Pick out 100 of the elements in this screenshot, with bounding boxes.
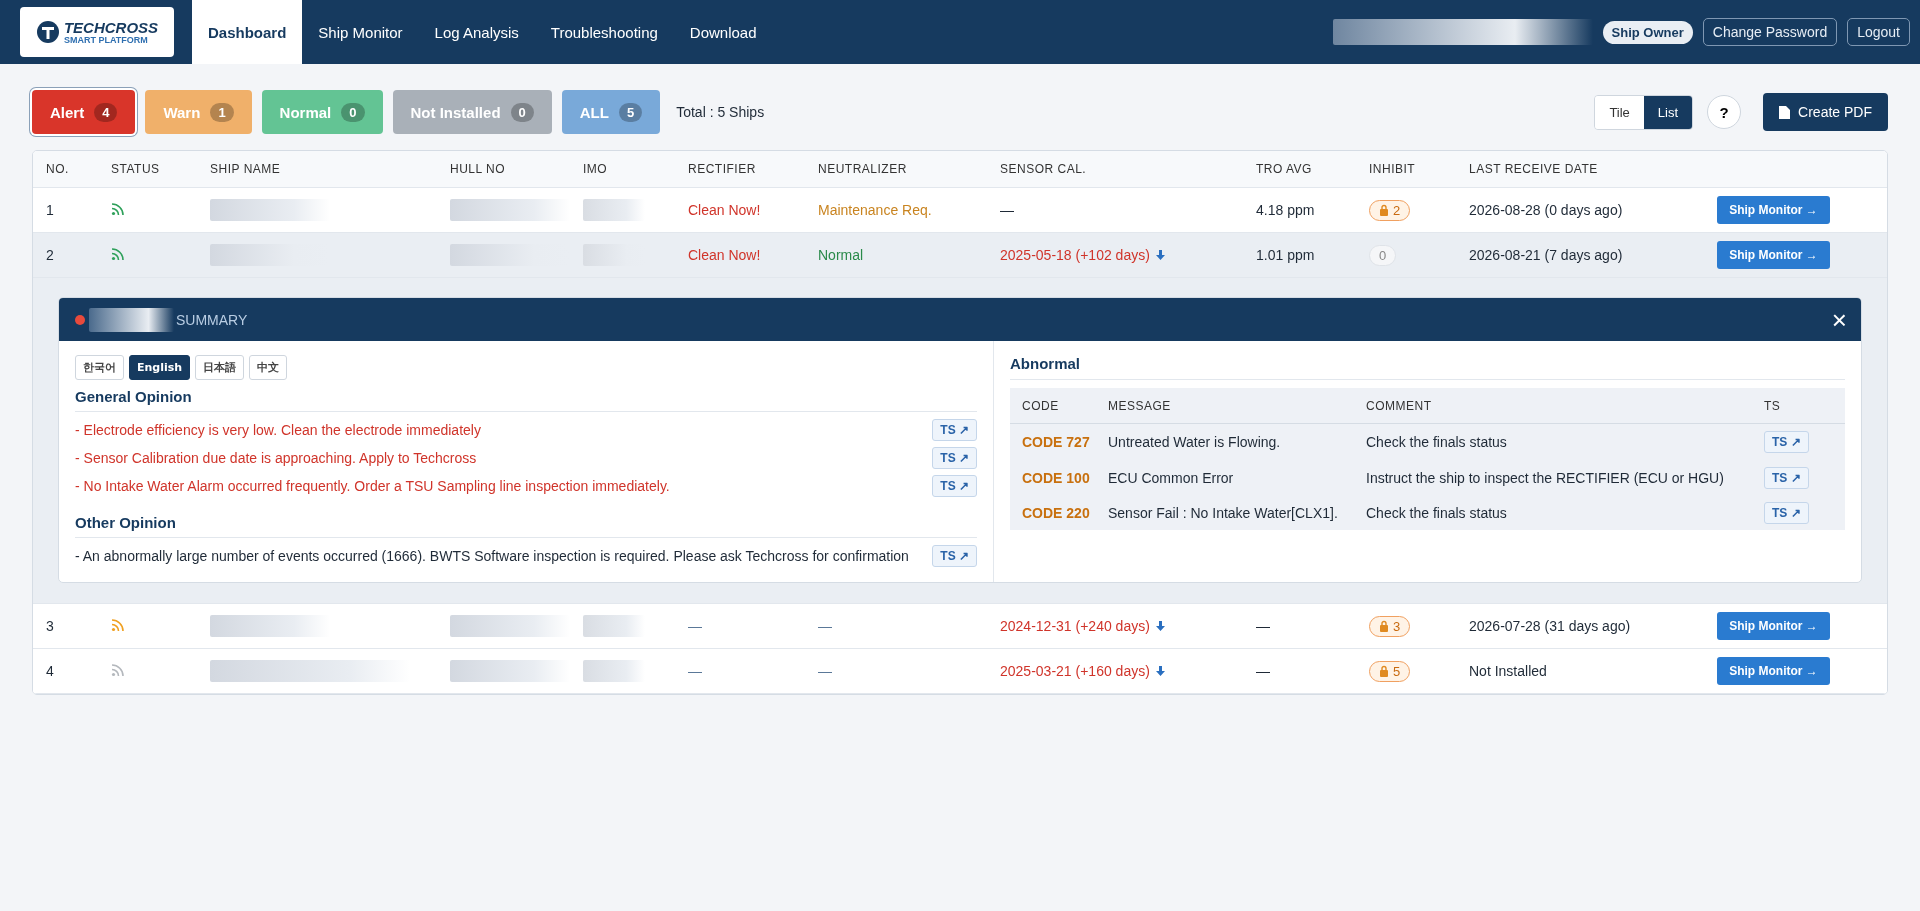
ts-link-button[interactable]: TS ↗ [932,545,977,567]
view-toggle[interactable]: Tile [1595,95,1644,129]
ts-link-button[interactable]: TS ↗ [932,475,977,497]
logo-icon [35,20,60,44]
column-header: HULL NO [450,162,507,176]
last-receive-date: 2026-07-28 (31 days ago) [1469,618,1632,634]
error-message: Sensor Fail : No Intake Water[CLX1]. [1108,504,1339,521]
nav-tab[interactable]: Download [673,0,773,64]
opinion-text: - Sensor Calibration due date is approaching. Apply to Techcross [75,450,477,466]
tro-average: 1.01 ppm [1256,247,1316,263]
logo-name: TECHCROSS [63,19,159,35]
role-badge: Ship Owner [1602,20,1693,44]
column-header: NEUTRALIZER [818,162,908,176]
document-icon [1779,105,1791,119]
column-header: RECTIFIER [688,162,757,176]
tro-average: — [1256,618,1271,634]
total-count: Total : 5 Ships [676,104,765,120]
opinion-text: - Electrode efficiency is very low. Clean the electrode immediately [75,422,481,438]
blurred-imo [583,660,645,682]
inhibit-badge: 2 [1369,199,1411,221]
tro-average: — [1256,663,1271,679]
ship-monitor-button[interactable]: Ship Monitor → [1717,657,1830,685]
ts-link-button[interactable]: TS ↗ [1764,501,1809,524]
ship-monitor-button[interactable]: Ship Monitor → [1717,612,1830,640]
neutralizer-status: — [818,618,833,634]
ship-monitor-button[interactable]: Ship Monitor → [1717,196,1830,224]
nav-tab[interactable]: Log Analysis [418,0,535,64]
language-tab[interactable]: 日本語 [195,355,245,380]
filter-button[interactable]: Normal 0 [261,90,383,134]
summary-title: SUMMARY [176,311,248,328]
language-tab[interactable]: 中文 [249,355,288,380]
header-button[interactable]: Logout [1847,18,1910,46]
neutralizer-status: Maintenance Req. [818,202,933,218]
nav-tab[interactable]: Ship Monitor [302,0,419,64]
close-button[interactable]: × [1831,309,1847,330]
opinion-text: - No Intake Water Alarm occurred frequently. Order a TSU Sampling line inspection immediately. [75,478,670,494]
inhibit-badge: 5 [1369,660,1411,682]
lock-icon [1379,620,1389,632]
sensor-cal-date: 2025-03-21 (+160 days) [1000,663,1150,679]
error-code: CODE 100 [1022,469,1091,486]
ts-link-button[interactable]: TS ↗ [1764,431,1809,453]
error-code: CODE 220 [1022,504,1091,521]
ts-link-button[interactable]: TS ↗ [1764,466,1809,489]
create-pdf-button[interactable]: Create PDF [1763,93,1888,131]
header-button[interactable]: Change Password [1702,18,1838,46]
nav-tab[interactable]: Dashboard [192,0,303,64]
last-receive-date: 2026-08-21 (7 days ago) [1469,247,1624,263]
download-icon [1155,249,1165,261]
view-toggle[interactable]: List [1643,95,1693,129]
column-header: IMO [583,162,609,176]
lock-icon [1379,204,1389,216]
row-number: 2 [46,247,55,263]
section-title: General Opinion [75,388,977,412]
logo-tagline: SMART PLATFORM [63,34,149,45]
neutralizer-status: — [818,663,833,679]
column-header: INHIBIT [1369,162,1417,176]
last-receive-date: 2026-08-28 (0 days ago) [1469,202,1624,218]
filter-button[interactable]: Not Installed 0 [392,90,552,134]
rectifier-status: — [688,618,703,634]
column-header: TRO AVG [1256,162,1313,176]
error-comment: Check the finals status [1366,504,1508,521]
section-title: Other Opinion [75,514,977,538]
row-number: 1 [46,202,55,218]
language-tab[interactable]: 한국어 [75,355,124,380]
language-tab[interactable]: English [129,355,191,380]
row-number: 3 [46,618,55,634]
rectifier-status: — [688,663,703,679]
error-comment: Instruct the ship to inspect the RECTIFIER (ECU or HGU) [1366,469,1725,486]
column-header: STATUS [111,162,161,176]
rectifier-status: Clean Now! [688,247,762,263]
ship-monitor-button[interactable]: Ship Monitor → [1717,241,1830,269]
error-message: Untreated Water is Flowing. [1108,434,1282,450]
lock-icon [1379,665,1389,677]
help-button[interactable]: ? [1707,95,1742,129]
inhibit-badge: 0 [1369,244,1397,266]
sensor-cal-date: 2024-12-31 (+240 days) [1000,618,1150,634]
filter-button[interactable]: ALL 5 [561,90,661,134]
opinion-text: - An abnormally large number of events occurred (1666). BWTS Software inspection is required. Please ask Techcross for confirmation [75,548,909,564]
last-receive-date: Not Installed [1469,663,1548,679]
abnormal-title: Abnormal [1010,355,1845,380]
error-code: CODE 727 [1022,434,1091,450]
column-header: CODE [1022,398,1060,413]
blurred-imo [583,615,645,637]
inhibit-badge: 3 [1369,615,1411,637]
nav-tab[interactable]: Troubleshooting [534,0,674,64]
sensor-cal-date: — [1000,202,1014,218]
download-icon [1155,665,1165,677]
ts-link-button[interactable]: TS ↗ [932,419,977,441]
download-icon [1155,620,1165,632]
column-header: TS [1764,398,1782,413]
sensor-cal-date: 2025-05-18 (+102 days) [1000,247,1150,263]
column-header: NO. [46,162,70,176]
status-dot [75,314,85,325]
column-header: COMMENT [1366,398,1433,413]
filter-button[interactable]: Alert 4 [32,90,136,134]
ts-link-button[interactable]: TS ↗ [932,447,977,469]
column-header: MESSAGE [1108,398,1172,413]
rectifier-status: Clean Now! [688,202,762,218]
tro-average: 4.18 ppm [1256,202,1316,218]
row-number: 4 [46,663,55,679]
